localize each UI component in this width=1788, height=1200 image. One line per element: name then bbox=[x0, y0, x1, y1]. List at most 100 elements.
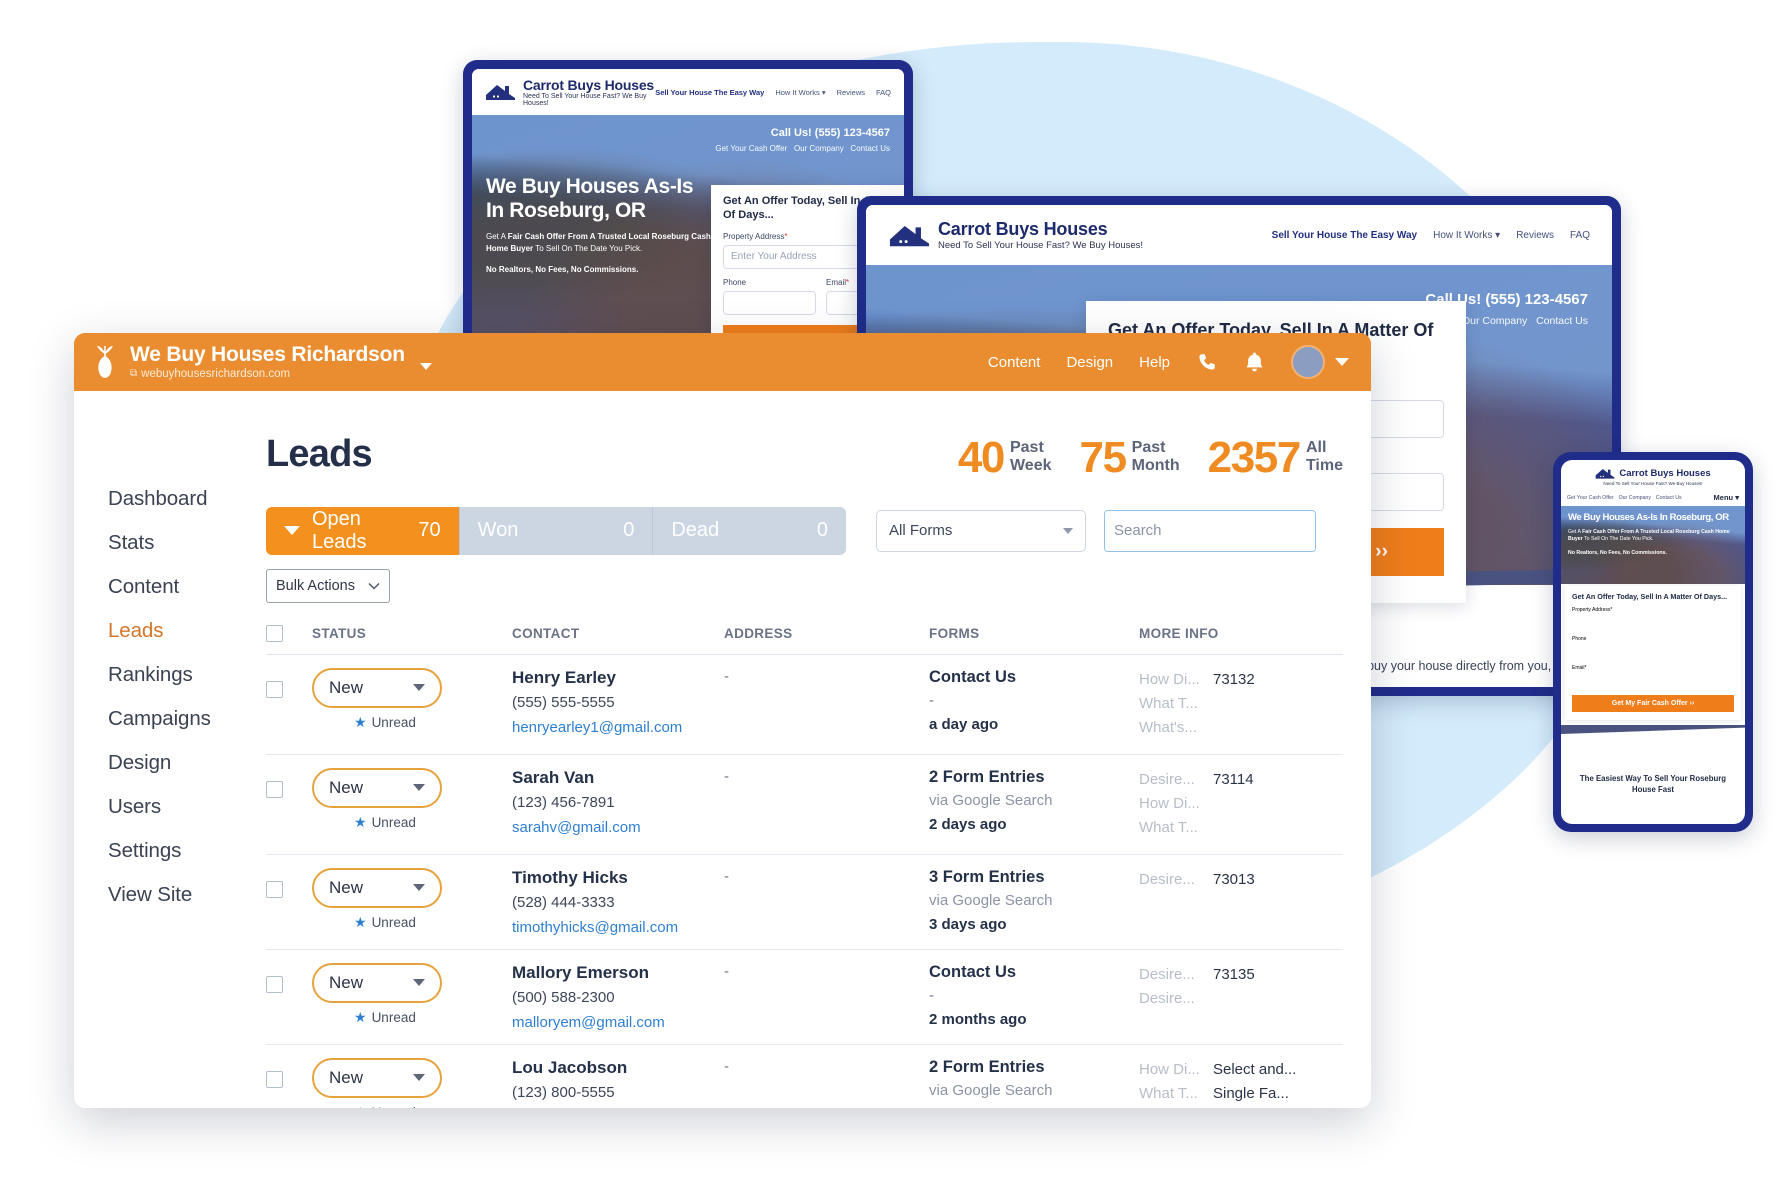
lead-email[interactable]: henryearley1@gmail.com bbox=[512, 719, 724, 736]
column-header-forms[interactable]: FORMS bbox=[929, 624, 1139, 655]
site-nav-link-how-it-works[interactable]: How It Works ▾ bbox=[1433, 230, 1500, 241]
site-url: ⧉ webuyhousesrichardson.com bbox=[130, 367, 291, 380]
sidebar-item-design[interactable]: Design bbox=[108, 751, 266, 775]
topnav-item-help[interactable]: Help bbox=[1139, 354, 1170, 371]
site-logo-tagline: Need To Sell Your House Fast? We Buy Hou… bbox=[1603, 481, 1703, 486]
lead-status-segments: Open Leads 70 Won 0 Dead 0 bbox=[266, 506, 846, 555]
star-icon: ★ bbox=[354, 714, 367, 731]
site-nav-link-faq[interactable]: FAQ bbox=[876, 88, 891, 97]
row-checkbox[interactable] bbox=[266, 680, 283, 698]
lead-email[interactable]: malloryem@gmail.com bbox=[512, 1014, 724, 1031]
lead-phone: (500) 588-2300 bbox=[512, 988, 615, 1006]
site-form-cta-button[interactable]: Get My Fair Cash Offer ›› bbox=[1572, 695, 1734, 712]
sidebar-item-campaigns[interactable]: Campaigns bbox=[108, 707, 266, 731]
segment-open-leads[interactable]: Open Leads 70 bbox=[266, 506, 459, 555]
sidebar-item-rankings[interactable]: Rankings bbox=[108, 663, 266, 687]
row-checkbox[interactable] bbox=[266, 1070, 283, 1088]
lead-status-value: New bbox=[329, 1067, 364, 1087]
bulk-actions-select[interactable]: Bulk Actions bbox=[266, 568, 390, 603]
site-form-input-address[interactable] bbox=[1572, 615, 1734, 630]
chevron-down-icon bbox=[413, 684, 425, 692]
site-form-input-email[interactable] bbox=[1572, 673, 1734, 688]
sidebar-item-stats[interactable]: Stats bbox=[108, 531, 266, 555]
site-title: We Buy Houses Richardson bbox=[130, 343, 405, 367]
select-all-checkbox[interactable] bbox=[266, 624, 283, 642]
lead-form-title: Contact Us bbox=[929, 962, 1017, 981]
site-nav-link-faq[interactable]: FAQ bbox=[1570, 230, 1590, 241]
lead-name[interactable]: Timothy Hicks bbox=[512, 868, 724, 888]
sidebar-item-dashboard[interactable]: Dashboard bbox=[108, 487, 266, 511]
lead-email[interactable]: sarahv@gmail.com bbox=[512, 819, 724, 836]
lead-status-select[interactable]: New bbox=[312, 867, 442, 908]
lead-name[interactable]: Sarah Van bbox=[512, 768, 724, 788]
search-input[interactable] bbox=[1105, 510, 1315, 551]
avatar[interactable] bbox=[1291, 345, 1325, 379]
chevron-down-icon bbox=[413, 1074, 425, 1082]
lead-stats: 40 Past Week 75 Past Month 2357 All Time bbox=[958, 433, 1343, 480]
lead-email[interactable]: timothyhicks@gmail.com bbox=[512, 919, 724, 936]
site-logo: Carrot Buys Houses Need To Sell Your Hou… bbox=[888, 219, 1143, 251]
bell-icon[interactable] bbox=[1244, 351, 1265, 374]
topnav-item-content[interactable]: Content bbox=[988, 354, 1041, 371]
site-nav-link-reviews[interactable]: Reviews bbox=[837, 88, 865, 97]
column-header-address[interactable]: ADDRESS bbox=[724, 624, 929, 655]
lead-status-select[interactable]: New bbox=[312, 962, 442, 1003]
avatar-chevron-down-icon[interactable] bbox=[1335, 358, 1349, 366]
lead-name[interactable]: Mallory Emerson bbox=[512, 963, 724, 983]
unread-flag[interactable]: ★ Unread bbox=[312, 915, 512, 930]
form-filter-select[interactable]: All Forms bbox=[876, 509, 1086, 552]
lead-name[interactable]: Lou Jacobson bbox=[512, 1058, 724, 1078]
unread-flag[interactable]: ★ Unread bbox=[312, 1105, 512, 1108]
site-nav-link-how-it-works[interactable]: How It Works ▾ bbox=[775, 88, 825, 97]
row-checkbox[interactable] bbox=[266, 975, 283, 993]
site-logo-name: Carrot Buys Houses bbox=[938, 219, 1108, 239]
lead-phone: (555) 555-5555 bbox=[512, 693, 615, 711]
site-switcher-chevron-down-icon[interactable] bbox=[419, 362, 432, 370]
unread-flag[interactable]: ★ Unread bbox=[312, 1010, 512, 1025]
segment-dead[interactable]: Dead 0 bbox=[652, 506, 846, 555]
site-lead-form-mobile: Get An Offer Today, Sell In A Matter Of … bbox=[1565, 586, 1741, 720]
site-logo-tagline: Need To Sell Your House Fast? We Buy Hou… bbox=[523, 93, 647, 107]
unread-flag[interactable]: ★ Unread bbox=[312, 815, 512, 830]
table-row[interactable]: New ★ Unread Mallory Emerson (500) 588-2… bbox=[266, 949, 1343, 1045]
row-checkbox[interactable] bbox=[266, 780, 283, 798]
column-header-more-info[interactable]: MORE INFO bbox=[1139, 624, 1343, 655]
site-form-label-phone: Phone bbox=[1572, 636, 1587, 642]
topnav-item-design[interactable]: Design bbox=[1066, 354, 1113, 371]
sidebar-item-settings[interactable]: Settings bbox=[108, 839, 266, 863]
sidebar-item-leads[interactable]: Leads bbox=[108, 619, 266, 643]
site-mobile-menu-button[interactable]: Menu ▾ bbox=[1714, 493, 1739, 502]
lead-status-select[interactable]: New bbox=[312, 667, 442, 708]
site-form-input-phone[interactable] bbox=[1572, 644, 1734, 659]
lead-phone: (123) 456-7891 bbox=[512, 793, 615, 811]
lead-status-select[interactable]: New bbox=[312, 767, 442, 808]
column-header-status[interactable]: STATUS bbox=[312, 624, 512, 655]
site-nav-link-reviews[interactable]: Reviews bbox=[1516, 230, 1554, 241]
phone-icon[interactable] bbox=[1196, 351, 1218, 373]
site-nav-link-easy-way[interactable]: Sell Your House The Easy Way bbox=[655, 88, 764, 97]
stat-label: All Time bbox=[1305, 439, 1343, 474]
sidebar-item-content[interactable]: Content bbox=[108, 575, 266, 599]
site-form-input-phone[interactable] bbox=[723, 290, 816, 315]
star-icon: ★ bbox=[354, 1105, 367, 1108]
row-checkbox[interactable] bbox=[266, 880, 283, 898]
lead-name[interactable]: Henry Earley bbox=[512, 668, 724, 688]
site-form-label-address: Property Address* bbox=[1572, 607, 1613, 613]
table-row[interactable]: New ★ Unread Timothy Hicks (528) 444-333… bbox=[266, 854, 1343, 950]
lead-status-select[interactable]: New bbox=[312, 1057, 442, 1098]
sidebar-item-view-site[interactable]: View Site bbox=[108, 883, 266, 907]
chevron-down-icon bbox=[413, 884, 425, 892]
site-nav-link-easy-way[interactable]: Sell Your House The Easy Way bbox=[1272, 230, 1417, 241]
sidebar-item-users[interactable]: Users bbox=[108, 795, 266, 819]
chevron-down-icon bbox=[413, 784, 425, 792]
column-header-contact[interactable]: CONTACT bbox=[512, 624, 724, 655]
table-row[interactable]: New ★ Unread Sarah Van (123) 456-7891 sa… bbox=[266, 754, 1343, 855]
table-row[interactable]: New ★ Unread Henry Earley (555) 555-5555… bbox=[266, 654, 1343, 755]
unread-flag[interactable]: ★ Unread bbox=[312, 715, 512, 730]
site-hero-heading: We Buy Houses As-Is In Roseburg, OR bbox=[1568, 512, 1729, 523]
lead-form-age: 4 days ago bbox=[929, 1106, 1139, 1108]
table-row[interactable]: New ★ Unread Lou Jacobson (123) bbox=[266, 1044, 1343, 1108]
lead-more-info: Desire... Desire... 73135 bbox=[1139, 965, 1255, 1007]
segment-label: Won bbox=[477, 519, 519, 542]
segment-won[interactable]: Won 0 bbox=[458, 506, 653, 555]
